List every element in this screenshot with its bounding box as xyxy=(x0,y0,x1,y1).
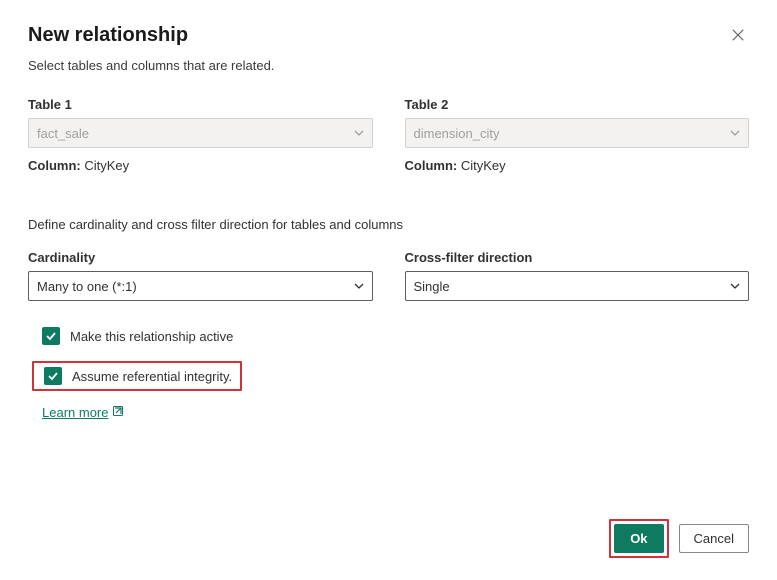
cancel-button[interactable]: Cancel xyxy=(679,524,749,553)
table1-value: fact_sale xyxy=(37,126,89,141)
make-active-label: Make this relationship active xyxy=(70,329,233,344)
chevron-down-icon xyxy=(730,281,740,292)
referential-integrity-checkbox[interactable] xyxy=(44,367,62,385)
table2-value: dimension_city xyxy=(414,126,500,141)
ok-button[interactable]: Ok xyxy=(614,524,663,553)
dialog-title: New relationship xyxy=(28,24,188,47)
external-link-icon xyxy=(112,405,124,420)
chevron-down-icon xyxy=(354,128,364,139)
chevron-down-icon xyxy=(730,128,740,139)
crossfilter-label: Cross-filter direction xyxy=(405,250,750,265)
ok-highlight: Ok xyxy=(609,519,668,558)
make-active-checkbox[interactable] xyxy=(42,327,60,345)
chevron-down-icon xyxy=(354,281,364,292)
integrity-highlight: Assume referential integrity. xyxy=(32,361,242,391)
learn-more-link[interactable]: Learn more xyxy=(42,405,124,420)
cardinality-label: Cardinality xyxy=(28,250,373,265)
close-button[interactable] xyxy=(727,24,749,50)
table1-column-info: Column: CityKey xyxy=(28,158,373,173)
cardinality-value: Many to one (*:1) xyxy=(37,279,137,294)
crossfilter-select[interactable]: Single xyxy=(405,271,750,301)
table2-select: dimension_city xyxy=(405,118,750,148)
close-icon xyxy=(731,29,745,46)
section-description: Define cardinality and cross filter dire… xyxy=(28,217,749,232)
table2-label: Table 2 xyxy=(405,97,750,112)
table1-label: Table 1 xyxy=(28,97,373,112)
referential-integrity-label: Assume referential integrity. xyxy=(72,369,232,384)
table1-select: fact_sale xyxy=(28,118,373,148)
check-icon xyxy=(45,330,57,342)
dialog-subtitle: Select tables and columns that are relat… xyxy=(28,58,749,73)
table2-column-info: Column: CityKey xyxy=(405,158,750,173)
check-icon xyxy=(47,370,59,382)
crossfilter-value: Single xyxy=(414,279,450,294)
cardinality-select[interactable]: Many to one (*:1) xyxy=(28,271,373,301)
